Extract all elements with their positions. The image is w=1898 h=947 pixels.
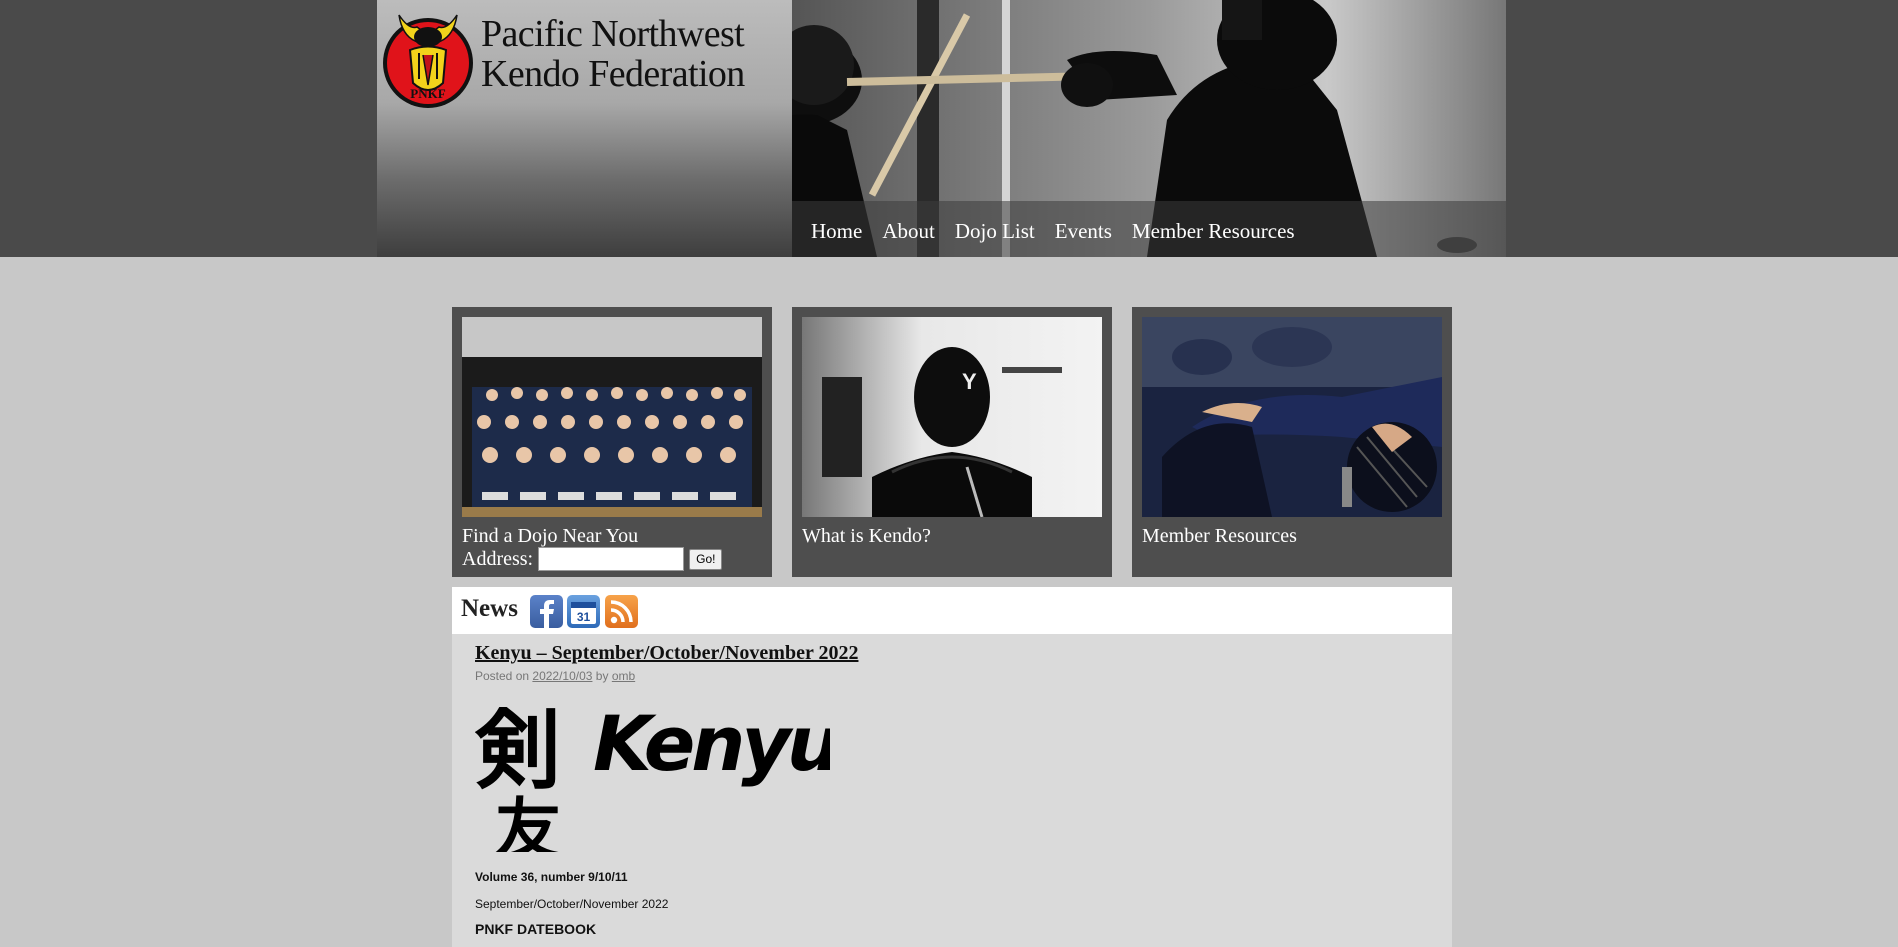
pnkf-logo[interactable]: PNKF [379,5,479,110]
nav-item-home[interactable]: Home [811,201,862,257]
kenyu-calligraphy-image: 剣 友 Kenyu [475,702,830,852]
by-label: by [595,669,609,683]
posted-on-label: Posted on [475,669,530,683]
news-post: Kenyu – September/October/November 2022 … [452,634,1452,947]
post-section-heading: PNKF DATEBOOK [475,921,597,937]
post-date-link[interactable]: 2022/10/03 [532,669,592,683]
group-photo[interactable] [462,317,762,517]
site-title-line-1: Pacific Northwest [481,13,745,55]
news-header: News 31 [452,587,1452,634]
kenyu-word: Kenyu [593,702,830,788]
feature-what-is-kendo: Y What is Kendo? [792,307,1112,577]
logo-text: PNKF [410,86,445,101]
svg-text:Y: Y [962,369,977,394]
member-photo[interactable] [1142,317,1442,517]
address-label: Address: [462,547,534,570]
site-header: PNKF Pacific Northwest Kendo Federation … [0,0,1898,257]
site-title-line-2: Kendo Federation [481,53,745,95]
post-title-link[interactable]: Kenyu – September/October/November 2022 [475,642,858,665]
post-author-link[interactable]: omb [612,669,635,683]
address-input[interactable] [538,547,685,571]
calendar-day: 31 [577,610,591,624]
nav-item-dojo-list[interactable]: Dojo List [955,201,1035,257]
group-photo-image [462,317,762,517]
post-volume: Volume 36, number 9/10/11 [475,870,628,884]
address-search-form: Address: Go! [462,547,723,571]
post-issue: September/October/November 2022 [475,897,669,911]
site-title[interactable]: Pacific Northwest Kendo Federation [481,14,745,94]
member-photo-image [1142,317,1442,517]
news-title: News [461,595,518,622]
kanji-yu: 友 [495,790,561,852]
rss-icon[interactable] [605,595,638,628]
post-meta: Posted on 2022/10/03 by omb [475,669,635,683]
nav-item-about[interactable]: About [882,201,935,257]
logo-area: PNKF Pacific Northwest Kendo Federation [377,0,792,257]
nav-item-events[interactable]: Events [1055,201,1112,257]
feature-caption-find-dojo[interactable]: Find a Dojo Near You [462,526,638,546]
kendo-men-photo-image: Y [802,317,1102,517]
nav-item-member-resources[interactable]: Member Resources [1132,201,1295,257]
main-nav: Home About Dojo List Events Member Resou… [792,201,1506,257]
kendo-men-photo[interactable]: Y [802,317,1102,517]
feature-find-dojo: Find a Dojo Near You Address: Go! [452,307,772,577]
facebook-icon[interactable] [530,595,563,628]
feature-caption-what-is-kendo[interactable]: What is Kendo? [802,526,931,546]
feature-member-resources: Member Resources [1132,307,1452,577]
kanji-ken: 剣 [475,702,561,801]
go-button[interactable]: Go! [689,548,723,570]
header-banner: PNKF Pacific Northwest Kendo Federation … [377,0,1506,257]
feature-caption-member-resources[interactable]: Member Resources [1142,526,1297,546]
calendar-icon[interactable]: 31 [567,595,600,628]
